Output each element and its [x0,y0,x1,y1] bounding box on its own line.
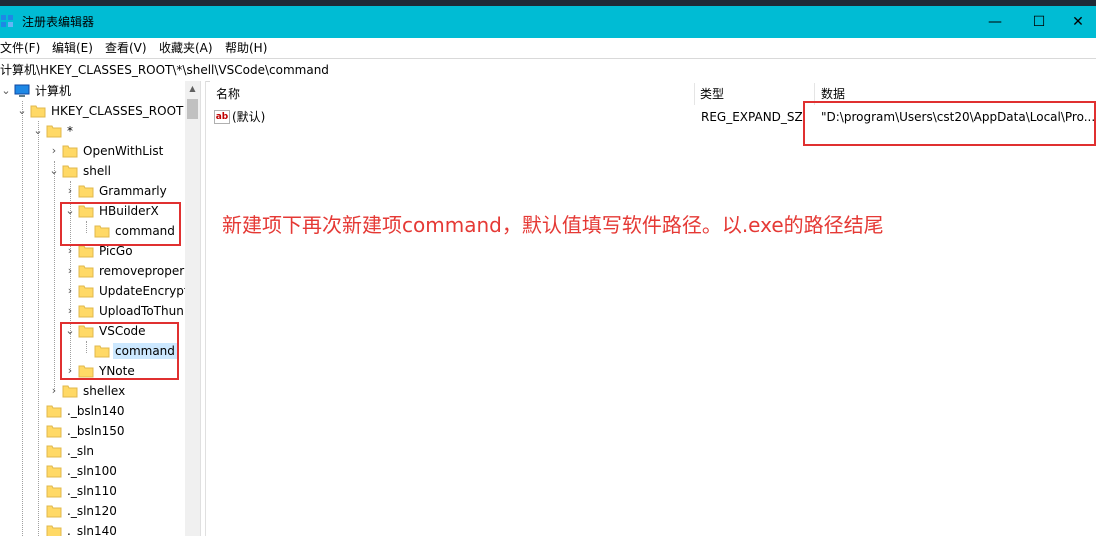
folder-icon [78,245,94,258]
pane-splitter[interactable] [200,81,206,536]
folder-icon [62,165,78,178]
tree-label: HKEY_CLASSES_ROOT [51,104,184,118]
folder-icon [46,405,62,418]
tree-label: shell [83,164,111,178]
window-title: 注册表编辑器 [22,15,95,29]
tree-label: Grammarly [99,184,167,198]
menu-bar: 文件(F) 编辑(E) 查看(V) 收藏夹(A) 帮助(H) [0,38,1096,58]
tree-label: ._sln [67,444,95,458]
folder-icon [62,385,78,398]
tree-item-sln100[interactable]: ._sln100 [0,461,200,481]
tree-label: ._sln100 [67,464,117,478]
folder-icon [46,425,62,438]
folder-icon [46,125,62,138]
tree-item-removeproper[interactable]: › removeproper [0,261,200,281]
tree-item-bsln150[interactable]: ._bsln150 [0,421,200,441]
annotation-text: 新建项下再次新建项command，默认值填写软件路径。以.exe的路径结尾 [222,213,884,237]
chevron-right-icon[interactable]: › [64,181,76,201]
tree-item-shellex[interactable]: › shellex [0,381,200,401]
chevron-right-icon[interactable]: › [48,141,60,161]
key-tree: ⌄ 计算机 ⌄ HKEY_CLASSES_ROOT ⌄ * › OpenWith… [0,81,200,536]
value-type: REG_EXPAND_SZ [701,110,803,124]
chevron-right-icon[interactable]: › [64,261,76,281]
tree-item-uploadtothun[interactable]: › UploadToThun [0,301,200,321]
value-name: (默认) [232,110,266,124]
address-path[interactable]: 计算机\HKEY_CLASSES_ROOT\*\shell\VSCode\com… [0,62,329,78]
folder-icon [46,465,62,478]
tree-item-hkey-classes-root[interactable]: ⌄ HKEY_CLASSES_ROOT [0,101,200,121]
close-button[interactable]: ✕ [1060,6,1096,38]
computer-icon [14,84,30,97]
menu-view[interactable]: 查看(V) [105,40,147,56]
tree-label: removeproper [99,264,185,278]
regedit-app-icon [1,15,13,27]
highlight-box-vscode [60,322,179,380]
tree-label: ._sln120 [67,504,117,518]
tree-label: shellex [83,384,126,398]
folder-icon [78,185,94,198]
scroll-up-icon[interactable]: ▲ [185,81,200,97]
folder-icon [46,505,62,518]
column-header-type[interactable]: 类型 [700,83,724,105]
tree-label: 计算机 [35,84,72,98]
scrollbar-thumb[interactable] [187,99,198,119]
minimize-button[interactable]: — [972,6,1018,38]
tree-label: OpenWithList [83,144,164,158]
folder-icon [78,305,94,318]
folder-icon [46,445,62,458]
tree-item-star[interactable]: ⌄ * [0,121,200,141]
title-bar[interactable] [0,6,1096,38]
highlight-box-hbuilderx [60,202,181,246]
folder-icon [62,145,78,158]
tree-label: ._bsln140 [67,404,125,418]
tree-item-computer[interactable]: ⌄ 计算机 [0,81,200,101]
menu-help[interactable]: 帮助(H) [225,40,267,56]
menu-edit[interactable]: 编辑(E) [52,40,93,56]
tree-item-bsln140[interactable]: ._bsln140 [0,401,200,421]
tree-item-grammarly[interactable]: › Grammarly [0,181,200,201]
chevron-down-icon[interactable]: ⌄ [48,161,60,181]
tree-label: ._bsln150 [67,424,125,438]
column-header-name[interactable]: 名称 [216,83,240,105]
tree-item-updateencrypt[interactable]: › UpdateEncrypt [0,281,200,301]
string-value-icon: ab [214,110,230,124]
chevron-down-icon[interactable]: ⌄ [0,81,12,101]
tree-item-shell[interactable]: ⌄ shell [0,161,200,181]
tree-item-sln[interactable]: ._sln [0,441,200,461]
menu-file[interactable]: 文件(F) [0,40,40,56]
folder-icon [78,285,94,298]
tree-label: ._sln140 [67,524,117,536]
tree-label: * [67,124,73,138]
folder-icon [46,525,62,536]
highlight-box-data [803,101,1096,146]
column-divider[interactable] [694,83,695,105]
tree-label: UpdateEncrypt [99,284,189,298]
tree-item-openwithlist[interactable]: › OpenWithList [0,141,200,161]
values-list: 名称 类型 数据 ab (默认) REG_EXPAND_SZ "D:\progr… [210,81,1096,536]
address-bar[interactable]: 计算机\HKEY_CLASSES_ROOT\*\shell\VSCode\com… [0,58,1096,82]
tree-label: UploadToThun [99,304,184,318]
tree-item-sln140[interactable]: ._sln140 [0,521,200,536]
maximize-button[interactable]: ☐ [1016,6,1062,38]
folder-icon [78,265,94,278]
tree-scrollbar[interactable]: ▲ [185,81,200,536]
folder-icon [30,105,46,118]
tree-item-sln110[interactable]: ._sln110 [0,481,200,501]
tree-label: ._sln110 [67,484,117,498]
folder-icon [46,485,62,498]
chevron-down-icon[interactable]: ⌄ [16,101,28,121]
chevron-right-icon[interactable]: › [48,381,60,401]
chevron-down-icon[interactable]: ⌄ [32,121,44,141]
menu-favorites[interactable]: 收藏夹(A) [159,40,213,56]
chevron-right-icon[interactable]: › [64,281,76,301]
chevron-right-icon[interactable]: › [64,301,76,321]
tree-item-sln120[interactable]: ._sln120 [0,501,200,521]
